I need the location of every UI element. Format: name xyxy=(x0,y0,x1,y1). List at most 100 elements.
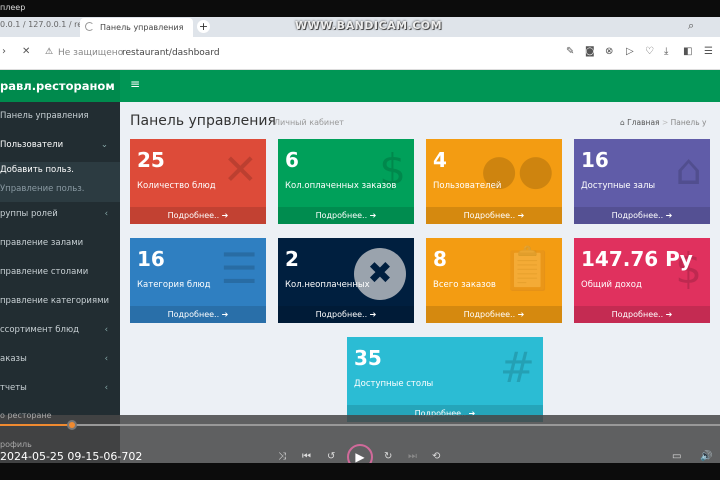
stat-box: #35 Доступные столы Подробнее.. ➔ xyxy=(347,337,543,422)
stat-value: 6 xyxy=(285,148,299,172)
sidebar: Панель управления Пользователи ⌄ Добавить… xyxy=(0,102,120,463)
video-filename: 2024-05-25 09-15-06-702 xyxy=(0,450,143,463)
chevron-left-icon: ‹ xyxy=(104,383,108,393)
chevron-down-icon: ⌄ xyxy=(100,140,108,150)
more-info-link[interactable]: Подробнее.. ➔ xyxy=(574,207,710,224)
player-title: плеер xyxy=(0,3,26,12)
home-icon: ⌂ xyxy=(675,145,702,194)
video-controls: 2024-05-25 09-15-06-702 ⤨ ⏮ ↺ ▶ ↻ ⏭ ⟲ ▭ … xyxy=(0,415,720,470)
sidebar-item-dishes[interactable]: ссортимент блюд ‹ xyxy=(0,325,120,335)
chevron-left-icon: ‹ xyxy=(104,354,108,364)
stat-label: Категория блюд xyxy=(137,280,211,290)
breadcrumb: ⌂ Главная > Панель у xyxy=(620,118,706,127)
download-icon[interactable]: ⤓ xyxy=(664,46,668,57)
stat-box: $6 Кол.оплаченных заказов Подробнее.. ➔ xyxy=(278,139,414,224)
list-icon: ☰ xyxy=(220,244,258,293)
seek-handle[interactable] xyxy=(67,420,77,430)
sidebar-item-orders[interactable]: аказы ‹ xyxy=(0,354,120,364)
security-label[interactable]: Не защищено xyxy=(58,48,123,58)
sidebar-item-categories[interactable]: правление категориями xyxy=(0,296,120,306)
rewind-10-icon[interactable]: ↺ xyxy=(327,451,335,462)
stat-box: 📋 8 Всего заказов Подробнее.. ➔ xyxy=(426,238,562,323)
stat-label: Доступные залы xyxy=(581,181,656,191)
more-info-link[interactable]: Подробнее.. ➔ xyxy=(130,306,266,323)
seek-bar-fill xyxy=(0,424,72,426)
next-icon[interactable]: ⏭ xyxy=(408,451,417,462)
tab-previous[interactable]: 0.0.1 / 127.0.0.1 / rest xyxy=(0,20,89,29)
stat-box: ✖ 2 Кол.неоплаченных Подробнее.. ➔ xyxy=(278,238,414,323)
more-info-link[interactable]: Подробнее.. ➔ xyxy=(130,207,266,224)
sidebar-item-halls[interactable]: правление залами xyxy=(0,238,120,248)
more-info-link[interactable]: Подробнее.. ➔ xyxy=(574,306,710,323)
page-title: Панель управления xyxy=(130,113,276,129)
sidebar-item-tables[interactable]: правление столами xyxy=(0,267,120,277)
stat-label: Всего заказов xyxy=(433,280,496,290)
more-info-link[interactable]: Подробнее.. ➔ xyxy=(426,207,562,224)
heart-icon[interactable]: ♡ xyxy=(645,46,654,57)
stat-box: ☰ 16 Категория блюд Подробнее.. ➔ xyxy=(130,238,266,323)
tab-active[interactable]: Панель управления xyxy=(80,18,193,37)
breadcrumb-current: Панель у xyxy=(670,118,707,127)
seek-bar[interactable] xyxy=(0,424,720,426)
sidebar-toggle-button[interactable]: ≡ xyxy=(130,77,140,91)
sidebar-item-role-groups[interactable]: руппы ролей ‹ xyxy=(0,209,120,219)
sidebar-item-profile[interactable]: рофиль xyxy=(0,440,32,449)
more-info-link[interactable]: Подробнее.. ➔ xyxy=(426,306,562,323)
player-bottom-bar xyxy=(0,463,720,480)
more-info-link[interactable]: Подробнее.. ➔ xyxy=(278,306,414,323)
stat-value: 25 xyxy=(137,148,165,172)
forward-30-icon[interactable]: ↻ xyxy=(384,451,392,462)
sidebar-item-manage-users[interactable]: Управление польз. xyxy=(0,184,120,194)
fork-spoon-icon: ✕ xyxy=(222,145,258,194)
stat-label: Кол.неоплаченных xyxy=(285,280,370,290)
clipboard-icon: 📋 xyxy=(501,244,554,293)
stat-box: ⌂ 16 Доступные залы Подробнее.. ➔ xyxy=(574,139,710,224)
menu-icon[interactable]: ☰ xyxy=(704,46,713,57)
sidebar-item-users[interactable]: Пользователи ⌄ xyxy=(0,140,120,150)
stat-label: Пользователей xyxy=(433,181,502,191)
browser-tabbar: 0.0.1 / 127.0.0.1 / rest Панель управлен… xyxy=(0,17,720,37)
stat-label: Доступные столы xyxy=(354,379,434,389)
player-titlebar: плеер xyxy=(0,0,720,17)
grid-icon: # xyxy=(499,343,535,392)
breadcrumb-home[interactable]: Главная xyxy=(627,118,659,127)
repeat-off-icon[interactable]: ⟲ xyxy=(432,451,440,462)
page-subtitle: Личный кабинет xyxy=(274,118,344,127)
shuffle-icon[interactable]: ⤨ xyxy=(278,451,286,462)
subtitles-icon[interactable]: ▭ xyxy=(672,451,681,462)
stat-label: Количество блюд xyxy=(137,181,216,191)
send-icon[interactable]: ▷ xyxy=(626,46,634,57)
warning-icon: ⚠ xyxy=(45,47,54,57)
sidebar-item-dashboard[interactable]: Панель управления xyxy=(0,111,120,121)
chevron-left-icon: ‹ xyxy=(104,325,108,335)
stop-icon[interactable]: ✕ xyxy=(22,46,30,57)
sidebar-item-about[interactable]: о ресторане xyxy=(0,411,52,420)
forward-icon[interactable]: › xyxy=(2,46,6,57)
stat-value: 16 xyxy=(137,247,165,271)
stat-value: 2 xyxy=(285,247,299,271)
new-tab-button[interactable]: + xyxy=(197,20,210,33)
app-logo[interactable]: равл.рестораном xyxy=(0,70,120,102)
sidebar-item-reports[interactable]: тчеты ‹ xyxy=(0,383,120,393)
sidebar-toggle-icon[interactable]: ◧ xyxy=(683,46,692,57)
stat-box: ●● 4 Пользователей Подробнее.. ➔ xyxy=(426,139,562,224)
home-icon: ⌂ xyxy=(620,118,625,127)
address-bar: › ✕ ⚠ Не защищено restaurant/dashboard ✎… xyxy=(0,37,720,70)
edit-icon[interactable]: ✎ xyxy=(566,46,574,57)
url-input[interactable]: restaurant/dashboard xyxy=(122,48,220,58)
stat-box: ✕ 25 Количество блюд Подробнее.. ➔ xyxy=(130,139,266,224)
camera-icon[interactable]: ◙ xyxy=(585,46,595,57)
breadcrumb-separator: > xyxy=(661,118,669,127)
loading-icon xyxy=(85,22,94,31)
search-tabs-icon[interactable]: ⌕ xyxy=(688,19,694,33)
more-info-link[interactable]: Подробнее.. ➔ xyxy=(278,207,414,224)
stat-label: Кол.оплаченных заказов xyxy=(285,181,397,191)
volume-icon[interactable]: 🔊 xyxy=(700,451,712,462)
close-icon: ✖ xyxy=(354,248,406,300)
watermark: WWW.BANDICAM.COM xyxy=(295,19,443,32)
previous-icon[interactable]: ⏮ xyxy=(302,451,311,462)
main-content: Панель управления Личный кабинет ⌂ Главн… xyxy=(120,102,720,463)
shield-icon[interactable]: ⊗ xyxy=(605,46,613,57)
stat-value: 16 xyxy=(581,148,609,172)
sidebar-item-add-user[interactable]: Добавить польз. xyxy=(0,165,120,175)
